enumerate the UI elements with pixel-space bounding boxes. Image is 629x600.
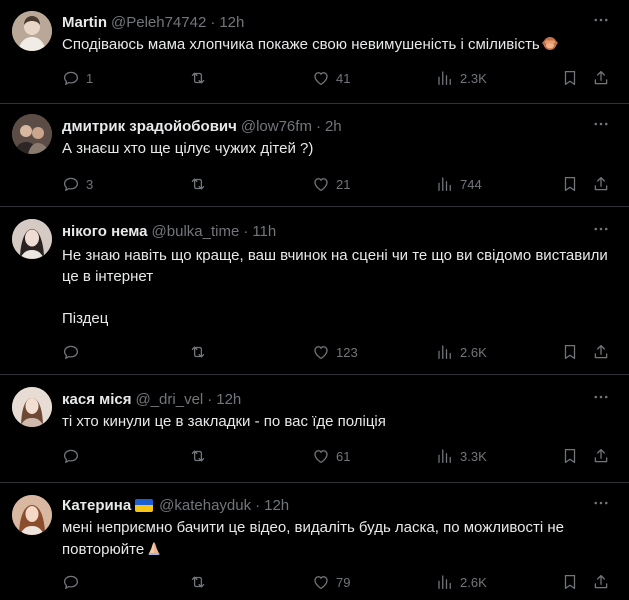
reply-text-container: Не знаю навіть що краще, ваш вчинок на с… xyxy=(62,245,613,329)
timestamp[interactable]: 12h xyxy=(216,391,241,408)
author-name[interactable]: дмитрик зрадойобович xyxy=(62,118,237,135)
author-name[interactable]: Martin xyxy=(62,14,107,31)
more-options-icon[interactable] xyxy=(591,10,611,30)
reply-text-container: ті хто кинули це в закладки - по вас їде… xyxy=(62,412,613,432)
timestamp[interactable]: 12h xyxy=(264,497,289,514)
reply-text: ті хто кинули це в закладки - по вас їде… xyxy=(62,413,386,430)
folded-hands-icon xyxy=(148,542,160,555)
reply-item[interactable]: Катерина @katehayduk · 12h мені неприємн… xyxy=(0,483,629,600)
more-options-icon[interactable] xyxy=(591,114,611,134)
author-handle[interactable]: @Peleh74742 xyxy=(111,14,206,31)
ukraine-flag-icon xyxy=(135,498,154,512)
author-handle[interactable]: @katehayduk xyxy=(159,497,251,514)
views-count: 2.3K xyxy=(460,70,487,86)
views-count: 3.3K xyxy=(460,448,487,464)
separator-dot: · xyxy=(210,13,216,31)
like-count: 61 xyxy=(336,448,351,464)
reply-text: мені неприємно бачити це відео, видаліть… xyxy=(62,519,569,558)
reply-text: Не знаю навіть що краще, ваш вчинок на с… xyxy=(62,247,608,327)
reply-item[interactable]: нікого нема @bulka_time · 11h Не знаю на… xyxy=(0,207,629,375)
bookmark-button[interactable] xyxy=(561,446,579,466)
views-count: 2.6K xyxy=(460,574,487,590)
reply-item[interactable]: дмитрик зрадойобович @low76fm · 2h А зна… xyxy=(0,104,629,207)
retweet-button[interactable] xyxy=(189,446,207,466)
avatar[interactable] xyxy=(12,114,52,154)
share-button[interactable] xyxy=(592,68,610,88)
reply-text: Сподіваюсь мама хлопчика покаже свою нев… xyxy=(62,36,540,53)
bookmark-button[interactable] xyxy=(561,174,579,194)
views-button[interactable]: 744 xyxy=(436,174,482,194)
timestamp[interactable]: 2h xyxy=(325,118,342,135)
avatar[interactable] xyxy=(12,387,52,427)
separator-dot: · xyxy=(243,222,249,240)
reply-count: 1 xyxy=(86,70,94,86)
share-button[interactable] xyxy=(592,446,610,466)
retweet-button[interactable] xyxy=(189,572,207,592)
like-count: 41 xyxy=(336,70,351,86)
reply-button[interactable] xyxy=(62,446,80,466)
more-options-icon[interactable] xyxy=(591,219,611,239)
reply-count: 3 xyxy=(86,176,94,192)
separator-dot: · xyxy=(207,390,213,408)
retweet-button[interactable] xyxy=(189,68,207,88)
author-name[interactable]: нікого нема xyxy=(62,223,148,240)
reply-text-container: мені неприємно бачити це відео, видаліть… xyxy=(62,517,589,561)
reply-button[interactable]: 1 xyxy=(62,68,93,88)
separator-dot: · xyxy=(255,496,261,514)
reply-item[interactable]: кася міся @_dri_vel · 12h ті хто кинули … xyxy=(0,375,629,483)
like-count: 79 xyxy=(336,574,351,590)
views-button[interactable]: 2.6K xyxy=(436,572,487,592)
like-button[interactable]: 61 xyxy=(312,446,350,466)
author-handle[interactable]: @bulka_time xyxy=(152,223,240,240)
separator-dot: · xyxy=(315,117,321,135)
reply-item[interactable]: Martin @Peleh74742 · 12h Сподіваюсь мама… xyxy=(0,0,629,104)
more-options-icon[interactable] xyxy=(591,387,611,407)
bookmark-button[interactable] xyxy=(561,68,579,88)
author-handle[interactable]: @_dri_vel xyxy=(135,391,203,408)
views-button[interactable]: 2.3K xyxy=(436,68,487,88)
avatar[interactable] xyxy=(12,495,52,535)
share-button[interactable] xyxy=(592,342,610,362)
like-button[interactable]: 123 xyxy=(312,342,358,362)
reply-text: А знаєш хто ще цілує чужих дітей ?) xyxy=(62,140,314,157)
avatar[interactable] xyxy=(12,11,52,51)
like-count: 21 xyxy=(336,176,351,192)
like-button[interactable]: 41 xyxy=(312,68,350,88)
author-name[interactable]: Катерина xyxy=(62,497,131,514)
timestamp[interactable]: 11h xyxy=(252,223,276,240)
retweet-button[interactable] xyxy=(189,174,207,194)
see-no-evil-monkey-icon xyxy=(542,37,558,50)
timestamp[interactable]: 12h xyxy=(219,14,244,31)
share-button[interactable] xyxy=(592,174,610,194)
bookmark-button[interactable] xyxy=(561,342,579,362)
views-button[interactable]: 2.6K xyxy=(436,342,487,362)
views-count: 2.6K xyxy=(460,344,487,360)
share-button[interactable] xyxy=(592,572,610,592)
reply-button[interactable] xyxy=(62,572,80,592)
like-count: 123 xyxy=(336,344,358,360)
more-options-icon[interactable] xyxy=(591,493,611,513)
bookmark-button[interactable] xyxy=(561,572,579,592)
reply-text-container: А знаєш хто ще цілує чужих дітей ?) xyxy=(62,139,613,159)
like-button[interactable]: 79 xyxy=(312,572,350,592)
views-count: 744 xyxy=(460,176,482,192)
retweet-button[interactable] xyxy=(189,342,207,362)
reply-button[interactable] xyxy=(62,342,80,362)
like-button[interactable]: 21 xyxy=(312,174,350,194)
views-button[interactable]: 3.3K xyxy=(436,446,487,466)
reply-text-container: Сподіваюсь мама хлопчика покаже свою нев… xyxy=(62,35,613,55)
reply-button[interactable]: 3 xyxy=(62,174,93,194)
author-name[interactable]: кася міся xyxy=(62,391,131,408)
author-handle[interactable]: @low76fm xyxy=(241,118,312,135)
avatar[interactable] xyxy=(12,219,52,259)
